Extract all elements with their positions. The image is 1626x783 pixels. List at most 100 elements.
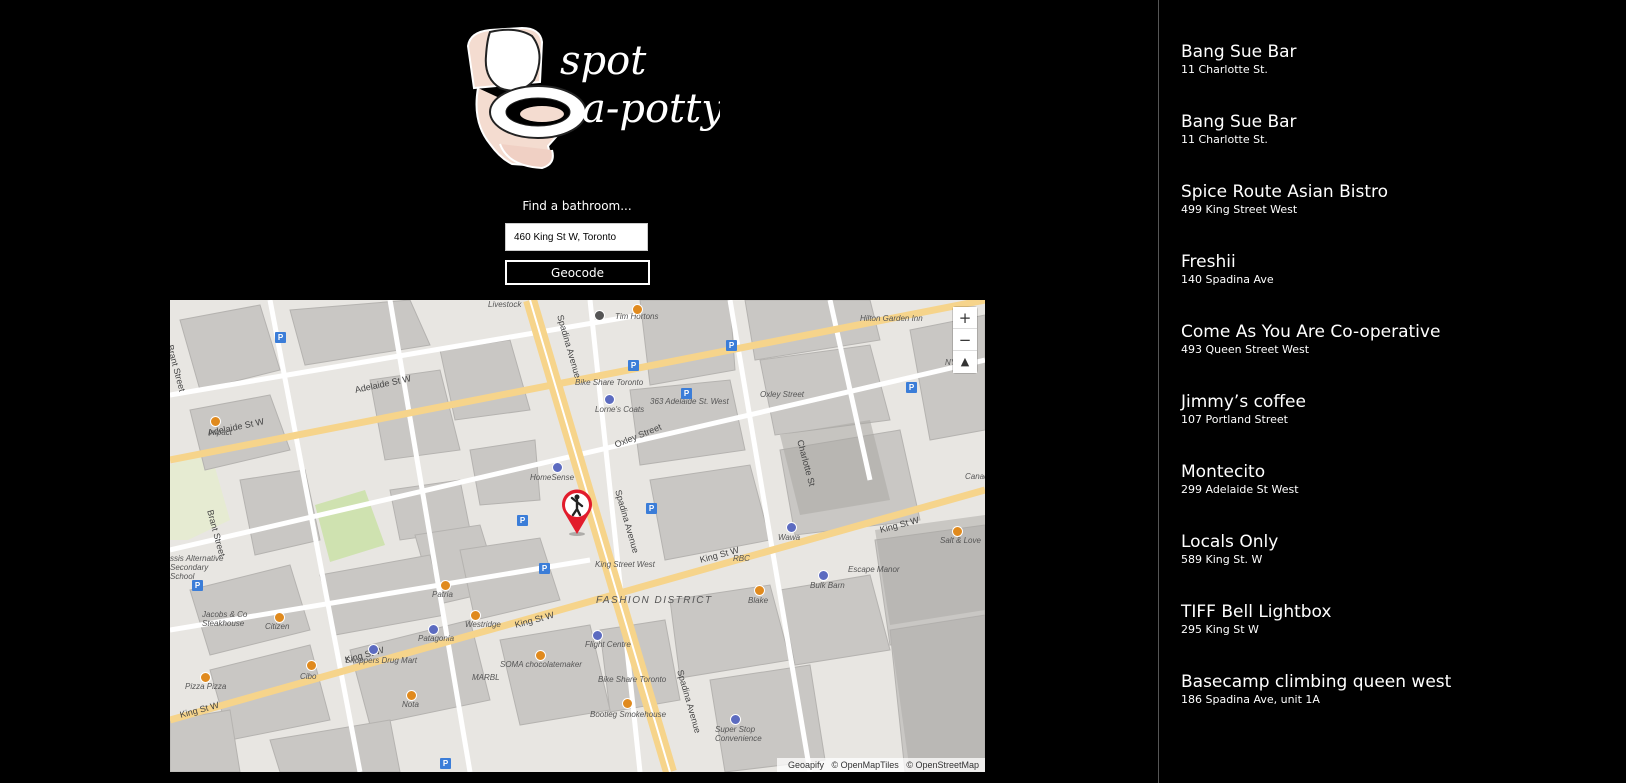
poi-dot <box>210 416 221 427</box>
zoom-in-button[interactable]: + <box>953 307 977 329</box>
results-list: Bang Sue Bar 11 Charlotte St. Bang Sue B… <box>1181 41 1601 741</box>
result-item[interactable]: Basecamp climbing queen west 186 Spadina… <box>1181 671 1601 741</box>
poi-dot <box>470 610 481 621</box>
poi-dot <box>428 624 439 635</box>
result-name: Spice Route Asian Bistro <box>1181 182 1388 202</box>
poi-dot <box>440 580 451 591</box>
poi-dot <box>368 644 379 655</box>
result-item[interactable]: Come As You Are Co-operative 493 Queen S… <box>1181 321 1601 391</box>
parking-icon: P <box>440 758 451 769</box>
result-name: Jimmy’s coffee <box>1181 392 1306 412</box>
parking-icon: P <box>517 515 528 526</box>
parking-icon: P <box>646 503 657 514</box>
poi-label: Nota <box>402 700 419 709</box>
district-label: FASHION DISTRICT <box>596 595 713 606</box>
result-address: 493 Queen Street West <box>1181 343 1310 356</box>
poi-label: Canad <box>965 472 985 481</box>
poi-dot <box>786 522 797 533</box>
result-name: Come As You Are Co-operative <box>1181 322 1441 342</box>
result-item[interactable]: Bang Sue Bar 11 Charlotte St. <box>1181 111 1601 181</box>
poi-label: Westridge <box>465 620 501 629</box>
zoom-out-button[interactable]: − <box>953 329 977 351</box>
poi-label: Bootleg Smokehouse <box>590 710 667 719</box>
app-root: spot a-potty Find a bathroom... Geocode <box>0 0 1626 783</box>
result-address: 186 Spadina Ave, unit 1A <box>1181 693 1320 706</box>
poi-dot <box>818 570 829 581</box>
result-item[interactable]: TIFF Bell Lightbox 295 King St W <box>1181 601 1601 671</box>
poi-label: Flight Centre <box>585 640 631 649</box>
poi-label: Lorne's Coats <box>595 405 645 414</box>
result-item[interactable]: Freshii 140 Spadina Ave <box>1181 251 1601 321</box>
poi-label: Bike Share Toronto <box>598 675 667 684</box>
poi-label: Bike Share Toronto <box>575 378 644 387</box>
result-address: 11 Charlotte St. <box>1181 133 1268 146</box>
poi-label: Super Stop Convenience <box>715 725 762 743</box>
poi-dot <box>730 714 741 725</box>
poi-label: Cibo <box>300 672 317 681</box>
poi-dot <box>406 690 417 701</box>
poi-dot <box>594 310 605 321</box>
poi-dot <box>274 612 285 623</box>
poi-label: Hilton Garden Inn <box>860 314 923 323</box>
parking-icon: P <box>275 332 286 343</box>
map-view[interactable]: Adelaide St W Adelaide St W King St W Ki… <box>170 300 985 772</box>
poi-dot <box>604 394 615 405</box>
poi-label: Livestock <box>488 300 522 309</box>
poi-label: RBC <box>733 554 750 563</box>
poi-label: Blake <box>748 596 769 605</box>
poi-dot <box>754 585 765 596</box>
result-name: Bang Sue Bar <box>1181 42 1297 62</box>
poi-dot <box>306 660 317 671</box>
result-address: 499 King Street West <box>1181 203 1298 216</box>
poi-label: HomeSense <box>530 473 575 482</box>
parking-icon: P <box>628 360 639 371</box>
poi-label: Wawa <box>778 533 801 542</box>
person-pin-icon[interactable] <box>560 488 594 536</box>
poi-dot <box>622 698 633 709</box>
logo-text-a-potty: a-potty <box>582 86 720 132</box>
geocode-button[interactable]: Geocode <box>505 260 650 285</box>
result-name: Montecito <box>1181 462 1266 482</box>
poi-label: SOMA chocolatemaker <box>500 660 582 669</box>
attribution-openstreetmap[interactable]: © OpenStreetMap <box>906 760 979 770</box>
parking-icon: P <box>906 382 917 393</box>
poi-dot <box>200 672 211 683</box>
poi-dot <box>552 462 563 473</box>
parking-icon: P <box>726 340 737 351</box>
parking-icon: P <box>681 388 692 399</box>
find-bathroom-label: Find a bathroom... <box>522 199 632 213</box>
result-address: 140 Spadina Ave <box>1181 273 1274 286</box>
poi-dot <box>632 304 643 315</box>
result-address: 11 Charlotte St. <box>1181 63 1268 76</box>
result-item[interactable]: Montecito 299 Adelaide St West <box>1181 461 1601 531</box>
poi-dot <box>592 630 603 641</box>
attribution-geoapify[interactable]: Geoapify <box>788 760 824 770</box>
reset-north-button[interactable]: ▲ <box>953 351 977 373</box>
result-item[interactable]: Bang Sue Bar 11 Charlotte St. <box>1181 41 1601 111</box>
result-name: Freshii <box>1181 252 1236 272</box>
poi-label: Citizen <box>265 622 290 631</box>
address-input[interactable] <box>505 223 648 251</box>
poi-label: Escape Manor <box>848 565 900 574</box>
poi-label: Jacobs & Co Steakhouse <box>202 610 248 628</box>
map-zoom-controls: + − ▲ <box>953 307 977 373</box>
result-item[interactable]: Spice Route Asian Bistro 499 King Street… <box>1181 181 1601 251</box>
parking-icon: P <box>192 580 203 591</box>
poi-label: Patagonia <box>418 634 455 643</box>
toilet-logo-icon: spot a-potty <box>466 26 720 170</box>
result-address: 295 King St W <box>1181 623 1259 636</box>
result-item[interactable]: Jimmy’s coffee 107 Portland Street <box>1181 391 1601 461</box>
result-name: TIFF Bell Lightbox <box>1181 602 1332 622</box>
main-panel: spot a-potty Find a bathroom... Geocode <box>0 0 1158 783</box>
result-item[interactable]: Locals Only 589 King St. W <box>1181 531 1601 601</box>
app-logo: spot a-potty <box>460 26 720 174</box>
poi-dot <box>535 650 546 661</box>
poi-label: ssis Alternative Secondary School <box>170 554 224 581</box>
panel-divider <box>1158 0 1159 783</box>
attribution-openmaptiles[interactable]: © OpenMapTiles <box>831 760 898 770</box>
result-address: 107 Portland Street <box>1181 413 1288 426</box>
poi-label: King Street West <box>595 560 655 569</box>
poi-dot <box>952 526 963 537</box>
poi-label: Salt & Love <box>940 536 981 545</box>
logo-text-spot: spot <box>560 38 647 84</box>
